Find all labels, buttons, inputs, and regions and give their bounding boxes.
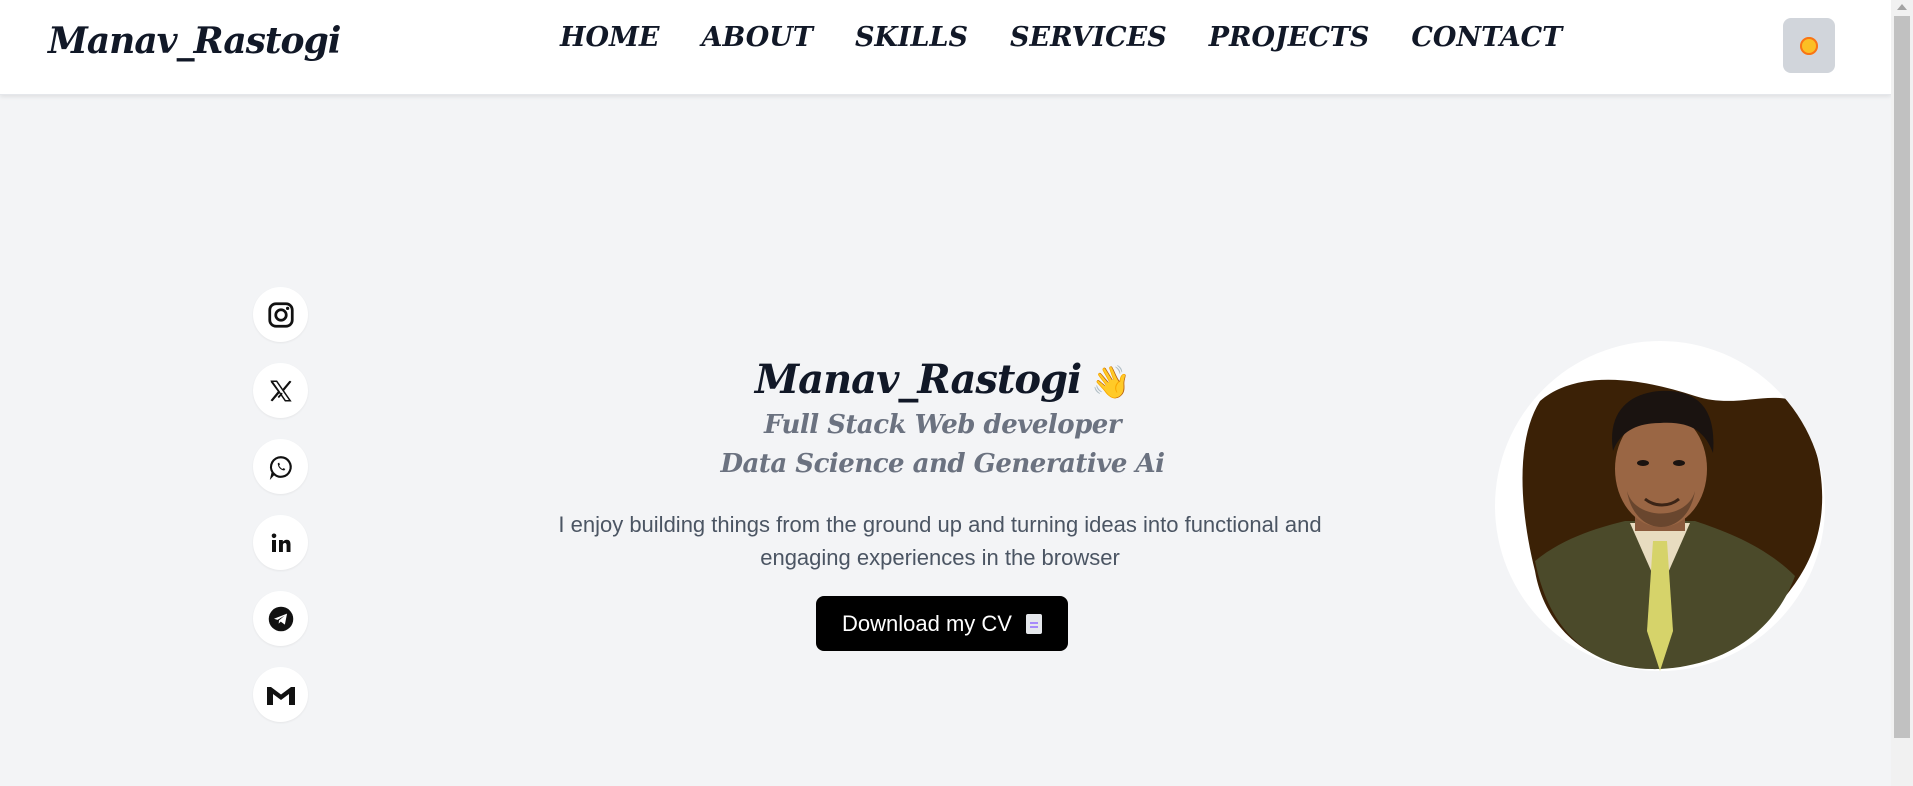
hero-description: I enjoy building things from the ground …	[558, 512, 1322, 570]
nav-home-link[interactable]: HOME	[560, 22, 660, 53]
sun-icon	[1800, 36, 1818, 55]
scroll-up-arrow-icon[interactable]	[1897, 4, 1907, 10]
download-cv-label: Download my CV	[842, 610, 1012, 636]
nav-contact-link[interactable]: CONTACT	[1411, 22, 1562, 53]
instagram-link[interactable]	[253, 287, 308, 342]
profile-photo	[1522, 379, 1823, 671]
theme-toggle-button[interactable]	[1783, 18, 1835, 73]
site-logo[interactable]: Manav_Rastogi	[48, 20, 341, 62]
instagram-icon	[267, 301, 294, 328]
hero-name-text: Manav_Rastogi	[754, 356, 1082, 403]
wave-emoji: 👋	[1091, 363, 1131, 401]
page-scrollbar[interactable]	[1891, 0, 1913, 786]
gmail-icon	[266, 686, 295, 705]
telegram-link[interactable]	[253, 591, 308, 646]
document-icon	[1025, 613, 1042, 634]
linkedin-icon	[271, 533, 290, 552]
scrollbar-thumb[interactable]	[1894, 16, 1910, 738]
download-cv-button[interactable]: Download my CV	[816, 596, 1068, 651]
nav-services-link[interactable]: SERVICES	[1010, 22, 1167, 53]
main-nav: HOME ABOUT SKILLS SERVICES PROJECTS CONT…	[560, 22, 1604, 53]
gmail-link[interactable]	[253, 667, 308, 722]
nav-about-link[interactable]: ABOUT	[702, 22, 813, 53]
nav-projects-link[interactable]: PROJECTS	[1209, 22, 1370, 53]
top-navbar: Manav_Rastogi HOME ABOUT SKILLS SERVICES…	[0, 0, 1891, 95]
profile-avatar	[1495, 341, 1825, 671]
linkedin-link[interactable]	[253, 515, 308, 570]
nav-skills-link[interactable]: SKILLS	[855, 22, 968, 53]
telegram-icon	[268, 606, 293, 631]
